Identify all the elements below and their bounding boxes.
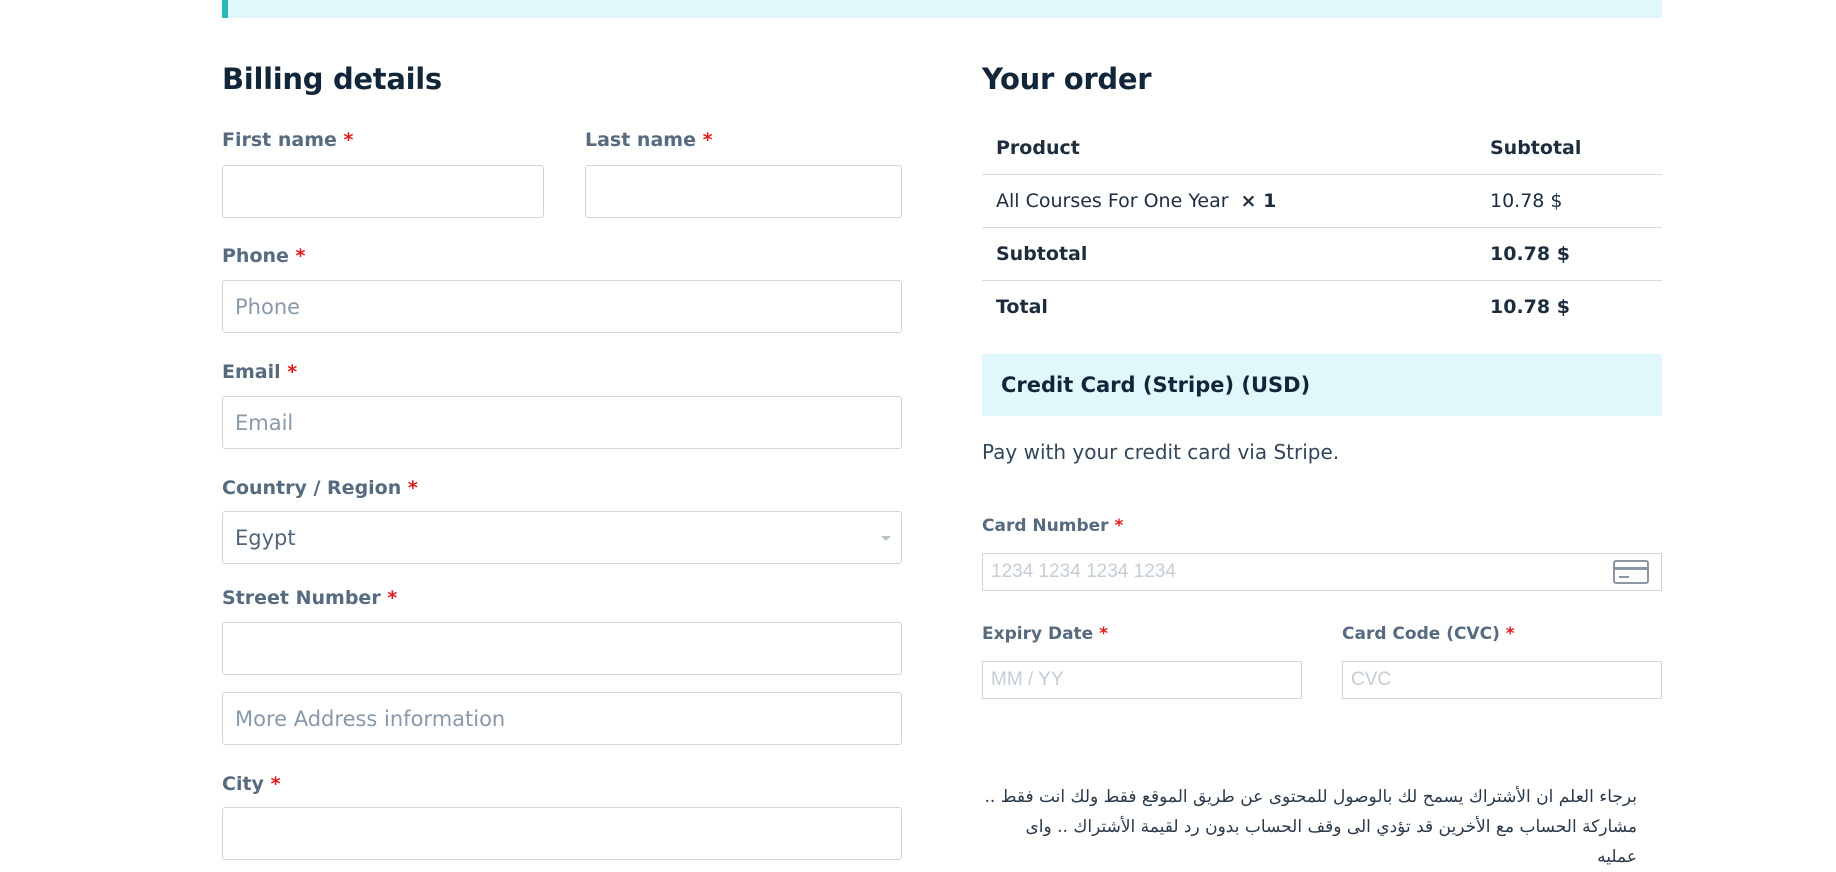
order-item-row: All Courses For One Year × 1 10.78 $: [982, 175, 1662, 228]
order-item-qty: × 1: [1240, 190, 1277, 212]
cvc-label: Card Code (CVC) *: [1342, 624, 1515, 644]
city-label: City *: [222, 773, 281, 795]
order-item-name: All Courses For One Year × 1: [996, 190, 1277, 212]
last-name-input[interactable]: [585, 165, 902, 218]
first-name-input[interactable]: [222, 165, 544, 218]
required-mark: *: [1505, 624, 1515, 644]
order-table: Product Subtotal All Courses For One Yea…: [982, 122, 1662, 333]
address-more-placeholder: More Address information: [235, 706, 506, 731]
total-row: Total 10.78 $: [982, 281, 1662, 333]
credit-card-icon: [1613, 560, 1649, 584]
country-label: Country / Region *: [222, 477, 418, 499]
product-header: Product: [996, 137, 1080, 159]
phone-input[interactable]: Phone: [222, 280, 902, 333]
subtotal-label: Subtotal: [996, 243, 1088, 265]
required-mark: *: [387, 587, 398, 609]
country-select[interactable]: Egypt: [222, 511, 902, 564]
total-label: Total: [996, 296, 1048, 318]
required-mark: *: [287, 361, 298, 383]
expiry-date-label: Expiry Date *: [982, 624, 1109, 644]
cvc-input[interactable]: CVC: [1342, 661, 1662, 699]
card-number-label: Card Number *: [982, 516, 1124, 536]
chevron-down-icon: [881, 536, 891, 541]
required-mark: *: [295, 245, 306, 267]
order-item-price: 10.78 $: [1490, 190, 1563, 212]
billing-title: Billing details: [222, 62, 442, 96]
street-number-label: Street Number *: [222, 587, 398, 609]
total-value: 10.78 $: [1490, 296, 1570, 318]
your-order-section: Your order Product Subtotal All Courses …: [982, 62, 1662, 867]
last-name-label: Last name *: [585, 129, 713, 151]
expiry-placeholder: MM / YY: [991, 669, 1064, 690]
required-mark: *: [1114, 516, 1124, 536]
card-number-placeholder: 1234 1234 1234 1234: [991, 561, 1176, 582]
card-number-input[interactable]: 1234 1234 1234 1234: [982, 553, 1662, 591]
notice-line-1: برجاء العلم ان الأشتراك يسمح لك بالوصول …: [984, 787, 1637, 807]
payment-method-option[interactable]: Credit Card (Stripe) (USD): [982, 354, 1662, 416]
first-name-label: First name *: [222, 129, 354, 151]
required-mark: *: [1099, 624, 1109, 644]
order-header-row: Product Subtotal: [982, 122, 1662, 175]
required-mark: *: [270, 773, 281, 795]
phone-label: Phone *: [222, 245, 306, 267]
address-more-input[interactable]: More Address information: [222, 692, 902, 745]
subscription-notice: برجاء العلم ان الأشتراك يسمح لك بالوصول …: [982, 782, 1637, 872]
required-mark: *: [702, 129, 713, 151]
phone-placeholder: Phone: [235, 294, 301, 319]
email-placeholder: Email: [235, 410, 294, 435]
city-input[interactable]: [222, 807, 902, 860]
country-value: Egypt: [235, 525, 296, 550]
subtotal-row: Subtotal 10.78 $: [982, 228, 1662, 281]
payment-description: Pay with your credit card via Stripe.: [982, 440, 1340, 464]
notice-bar: [222, 0, 1662, 18]
email-input[interactable]: Email: [222, 396, 902, 449]
email-label: Email *: [222, 361, 298, 383]
expiry-date-input[interactable]: MM / YY: [982, 661, 1302, 699]
subtotal-value: 10.78 $: [1490, 243, 1570, 265]
street-number-input[interactable]: [222, 622, 902, 675]
billing-details-section: Billing details First name * Last name *…: [222, 62, 902, 860]
subtotal-header: Subtotal: [1490, 137, 1582, 159]
notice-line-2: مشاركة الحساب مع الأخرين قد تؤدي الى وقف…: [1025, 817, 1638, 867]
required-mark: *: [343, 129, 354, 151]
order-title: Your order: [982, 62, 1152, 96]
required-mark: *: [407, 477, 418, 499]
cvc-placeholder: CVC: [1351, 669, 1392, 690]
